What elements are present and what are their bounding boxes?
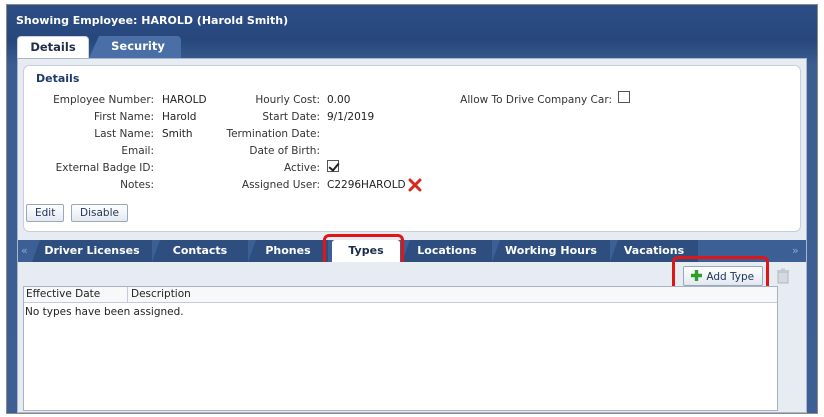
tab-driver-licenses[interactable]: Driver Licenses bbox=[32, 240, 152, 262]
assigned-user-label: Assigned User: bbox=[241, 179, 320, 191]
start-date-value: 9/1/2019 bbox=[327, 111, 375, 123]
details-panel: Details Employee Number: HAROLD First Na… bbox=[17, 58, 807, 413]
assigned-user-value: C2296HAROLD bbox=[327, 179, 406, 191]
red-x-icon[interactable] bbox=[408, 178, 422, 192]
start-date-label: Start Date: bbox=[262, 111, 320, 123]
tab-working-hours[interactable]: Working Hours bbox=[492, 240, 610, 262]
employee-window: Showing Employee: HAROLD (Harold Smith) … bbox=[6, 4, 818, 414]
termination-date-label: Termination Date: bbox=[226, 128, 320, 140]
details-card: Details Employee Number: HAROLD First Na… bbox=[23, 65, 801, 232]
allow-drive-checkbox[interactable] bbox=[618, 91, 630, 103]
tab-security[interactable]: Security bbox=[89, 36, 181, 58]
grid-header: Effective Date Description bbox=[24, 287, 777, 303]
external-badge-label: External Badge ID: bbox=[55, 162, 154, 174]
email-label: Email: bbox=[121, 145, 154, 157]
first-name-value: Harold bbox=[162, 111, 197, 123]
tab-contacts[interactable]: Contacts bbox=[152, 240, 248, 262]
scroll-right-icon[interactable]: » bbox=[792, 244, 799, 257]
active-label: Active: bbox=[283, 162, 320, 174]
column-effective-date[interactable]: Effective Date bbox=[26, 288, 100, 300]
allow-drive-label: Allow To Drive Company Car: bbox=[460, 94, 612, 106]
scroll-left-icon[interactable]: « bbox=[21, 244, 28, 257]
notes-label: Notes: bbox=[120, 179, 154, 191]
details-heading: Details bbox=[36, 72, 80, 85]
last-name-value: Smith bbox=[162, 128, 193, 140]
date-of-birth-label: Date of Birth: bbox=[249, 145, 320, 157]
first-name-label: First Name: bbox=[94, 111, 154, 123]
edit-button[interactable]: Edit bbox=[26, 204, 65, 222]
employee-number-value: HAROLD bbox=[162, 94, 207, 106]
window-title: Showing Employee: HAROLD (Harold Smith) bbox=[16, 14, 289, 27]
empty-message: No types have been assigned. bbox=[25, 306, 184, 318]
types-grid: Effective Date Description No types have… bbox=[23, 286, 778, 411]
tab-phones[interactable]: Phones bbox=[248, 240, 328, 262]
column-description[interactable]: Description bbox=[131, 288, 191, 300]
hourly-cost-value: 0.00 bbox=[327, 94, 351, 106]
disable-button[interactable]: Disable bbox=[71, 204, 128, 222]
last-name-label: Last Name: bbox=[94, 128, 154, 140]
column-separator bbox=[127, 287, 128, 303]
trash-icon[interactable] bbox=[776, 268, 790, 284]
active-checkbox[interactable] bbox=[327, 160, 339, 172]
hourly-cost-label: Hourly Cost: bbox=[255, 94, 320, 106]
employee-number-label: Employee Number: bbox=[53, 94, 154, 106]
tab-locations[interactable]: Locations bbox=[402, 240, 492, 262]
tab-details[interactable]: Details bbox=[17, 36, 89, 58]
